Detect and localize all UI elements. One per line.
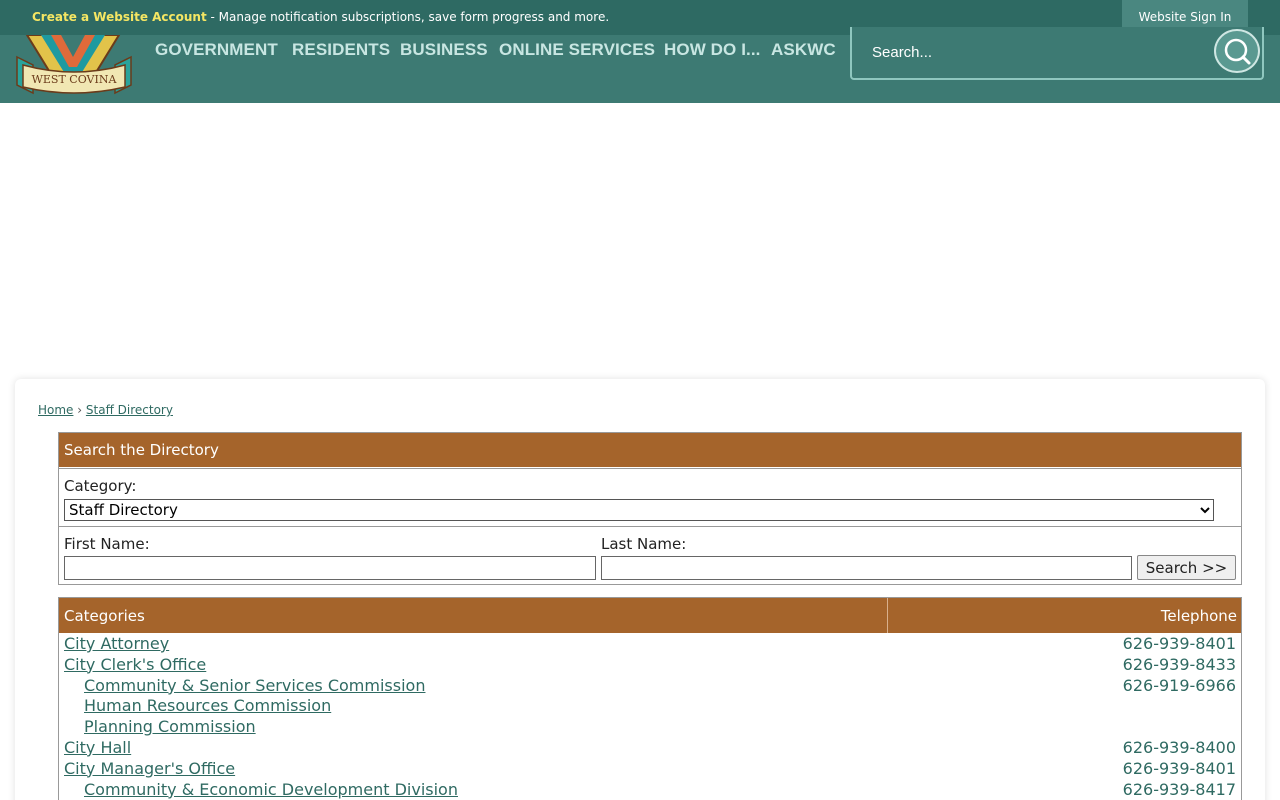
category-link[interactable]: City Clerk's Office	[64, 655, 206, 676]
nav-business[interactable]: BUSINESS	[400, 40, 488, 60]
table-row: City Clerk's Office 626-939-8433	[59, 655, 1241, 676]
site-search	[850, 27, 1264, 80]
logo-text: WEST COVINA	[32, 73, 118, 86]
category-select[interactable]: Staff Directory	[64, 499, 1214, 521]
directory-search-form: Search the Directory Category: Staff Dir…	[58, 432, 1242, 585]
table-row: Human Resources Commission	[59, 696, 1241, 717]
category-link[interactable]: City Hall	[64, 738, 131, 759]
name-row: First Name: Last Name: Search >>	[59, 526, 1241, 584]
table-row: Planning Commission	[59, 717, 1241, 738]
directory-search-button[interactable]: Search >>	[1137, 555, 1236, 580]
category-link[interactable]: Planning Commission	[84, 717, 256, 738]
nav-askwc[interactable]: ASKWC	[771, 40, 836, 60]
search-icon	[1224, 38, 1251, 65]
table-row: City Manager's Office 626-939-8401	[59, 759, 1241, 780]
last-name-label: Last Name:	[601, 535, 687, 553]
account-promo: Create a Website Account - Manage notifi…	[32, 10, 609, 24]
create-account-link[interactable]: Create a Website Account	[32, 10, 207, 24]
table-row: City Hall 626-939-8400	[59, 738, 1241, 759]
col-categories: Categories	[64, 607, 145, 625]
directory-search-title: Search the Directory	[59, 433, 1241, 467]
breadcrumb-separator: ›	[77, 403, 83, 417]
category-row: Category: Staff Directory	[59, 468, 1241, 526]
nav-government[interactable]: GOVERNMENT	[155, 40, 278, 60]
category-phone: 626-939-8401	[1122, 758, 1236, 778]
table-row: City Attorney 626-939-8401	[59, 634, 1241, 655]
category-phone: 626-939-8433	[1122, 654, 1236, 674]
category-phone: 626-939-8417	[1122, 779, 1236, 799]
breadcrumb-staff-directory[interactable]: Staff Directory	[86, 403, 173, 417]
nav-residents[interactable]: RESIDENTS	[292, 40, 390, 60]
table-row: Community & Senior Services Commission 62…	[59, 676, 1241, 697]
category-phone: 626-939-8400	[1122, 737, 1236, 757]
categories-list: City Attorney 626-939-8401 City Clerk's Of…	[59, 634, 1241, 800]
site-header: Create a Website Account - Manage notifi…	[0, 0, 1280, 103]
last-name-input[interactable]	[601, 556, 1132, 580]
search-input[interactable]	[872, 41, 1192, 63]
first-name-label: First Name:	[64, 535, 150, 553]
table-row: Community & Economic Development Divisio…	[59, 780, 1241, 800]
category-link[interactable]: Community & Economic Development Divisio…	[84, 780, 458, 800]
category-link[interactable]: Human Resources Commission	[84, 696, 331, 717]
categories-header: Categories Telephone	[59, 598, 1241, 633]
nav-how-do-i[interactable]: HOW DO I...	[664, 40, 760, 60]
header-divider	[887, 598, 888, 633]
category-link[interactable]: Community & Senior Services Commission	[84, 676, 425, 697]
category-phone: 626-939-8401	[1122, 634, 1236, 653]
category-link[interactable]: City Manager's Office	[64, 759, 235, 780]
west-covina-logo[interactable]: WEST COVINA	[15, 35, 133, 95]
nav-online-services[interactable]: ONLINE SERVICES	[499, 40, 655, 60]
breadcrumb: Home › Staff Directory	[38, 403, 173, 417]
col-telephone: Telephone	[1160, 607, 1237, 625]
category-phone: 626-919-6966	[1122, 675, 1236, 695]
promo-text: - Manage notification subscriptions, sav…	[206, 10, 610, 24]
first-name-input[interactable]	[64, 556, 596, 580]
search-button[interactable]	[1214, 29, 1260, 73]
category-link[interactable]: City Attorney	[64, 634, 169, 655]
breadcrumb-home[interactable]: Home	[38, 403, 73, 417]
category-label: Category:	[64, 477, 137, 495]
categories-table: Categories Telephone City Attorney 626-93…	[58, 597, 1242, 800]
